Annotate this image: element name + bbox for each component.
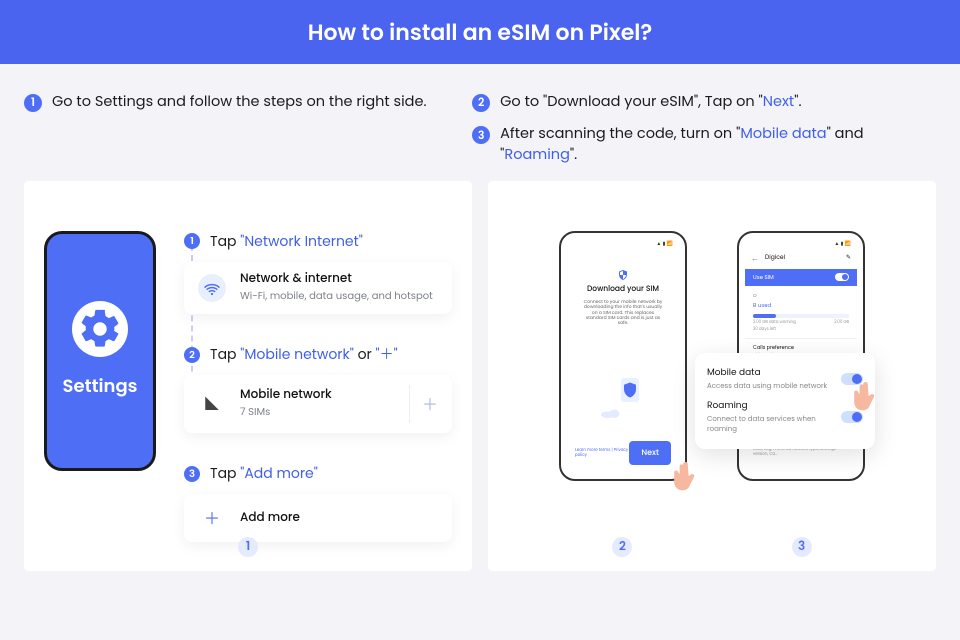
intro-step-1: 1 Go to Settings and follow the steps on… — [24, 92, 438, 112]
download-body: Connect to your mobile network by downlo… — [575, 299, 671, 326]
tap-hand-icon — [847, 377, 883, 415]
network-internet-tile[interactable]: Network & internet Wi-Fi, mobile, data u… — [184, 262, 452, 314]
tile-title: Mobile network — [240, 388, 332, 402]
phone-sim-settings: ▲ ▮ 📶 ← Digicel ✎ Use SIM O B used — [737, 231, 865, 481]
panel-number-3: 3 — [792, 537, 812, 557]
substep-badge-1: 1 — [184, 233, 200, 249]
intro-step-3: 3 After scanning the code, turn on "Mobi… — [472, 124, 936, 165]
sim-illustration — [601, 372, 645, 412]
step-text-1: Go to Settings and follow the steps on t… — [52, 92, 427, 112]
data-usage: O B used 2.00 GB data warning2.00 GB 30 … — [745, 286, 857, 338]
substep-3: 3 Tap "Add more" ＋ Add more — [184, 463, 452, 542]
roaming-row[interactable]: Roaming Connect to data services when ro… — [707, 396, 863, 439]
mobile-network-tile[interactable]: Mobile network 7 SIMs ＋ — [184, 375, 452, 433]
tile-subtitle: Wi-Fi, mobile, data usage, and hotspot — [240, 288, 433, 304]
intro-step-2: 2 Go to "Download your eSIM", Tap on "Ne… — [472, 92, 936, 112]
substep-2: 2 Tap "Mobile network" or "＋" Mobile net… — [184, 344, 452, 433]
intro-steps: 1 Go to Settings and follow the steps on… — [0, 64, 960, 181]
tile-title: Add more — [240, 511, 300, 525]
edit-icon[interactable]: ✎ — [846, 254, 851, 263]
hero-banner: How to install an eSIM on Pixel? — [0, 0, 960, 64]
substep-badge-2: 2 — [184, 347, 200, 363]
privacy-link[interactable]: Learn more terms | Privacy policy — [575, 448, 629, 458]
panel-number-1: 1 — [238, 537, 258, 557]
step-badge-1: 1 — [24, 94, 42, 112]
settings-gear-icon — [72, 301, 128, 357]
download-title: Download your SIM — [587, 283, 659, 295]
phone-label: Settings — [63, 373, 138, 400]
panel-download-activate: ▲ ▮ 📶 Download your SIM Connect to your … — [488, 181, 936, 571]
phone-download-sim: ▲ ▮ 📶 Download your SIM Connect to your … — [559, 231, 687, 481]
step-badge-2: 2 — [472, 94, 490, 112]
carrier-header: ← Digicel ✎ — [745, 249, 857, 269]
use-sim-row[interactable]: Use SIM — [745, 269, 857, 286]
panel-number-2: 2 — [612, 537, 632, 557]
add-more-tile[interactable]: ＋ Add more — [184, 494, 452, 542]
step-text-2: Go to "Download your eSIM", Tap on "Next… — [500, 92, 801, 112]
plus-icon[interactable]: ＋ — [409, 385, 438, 423]
next-button[interactable]: Next — [629, 441, 671, 465]
plus-icon: ＋ — [198, 505, 226, 531]
step-badge-3: 3 — [472, 126, 490, 144]
status-bar: ▲ ▮ 📶 — [567, 239, 679, 249]
back-icon[interactable]: ← — [751, 253, 759, 265]
mobile-data-row[interactable]: Mobile data Access data using mobile net… — [707, 363, 863, 396]
step-text-3: After scanning the code, turn on "Mobile… — [500, 124, 936, 165]
page-title: How to install an eSIM on Pixel? — [308, 16, 653, 49]
signal-icon — [198, 390, 226, 418]
tile-subtitle: 7 SIMs — [240, 404, 332, 420]
substep-1: 1 Tap "Network Internet" Network & inter… — [184, 231, 452, 314]
tap-hand-icon — [667, 457, 703, 495]
use-sim-toggle[interactable] — [835, 273, 849, 281]
substep-badge-3: 3 — [184, 466, 200, 482]
shield-icon — [617, 263, 629, 277]
pixel-phone-illustration: Settings — [44, 231, 156, 471]
tile-title: Network & internet — [240, 272, 433, 286]
status-bar: ▲ ▮ 📶 — [745, 239, 857, 249]
panel-settings: Settings 1 Tap "Network Internet" — [24, 181, 472, 571]
wifi-icon — [198, 274, 226, 302]
